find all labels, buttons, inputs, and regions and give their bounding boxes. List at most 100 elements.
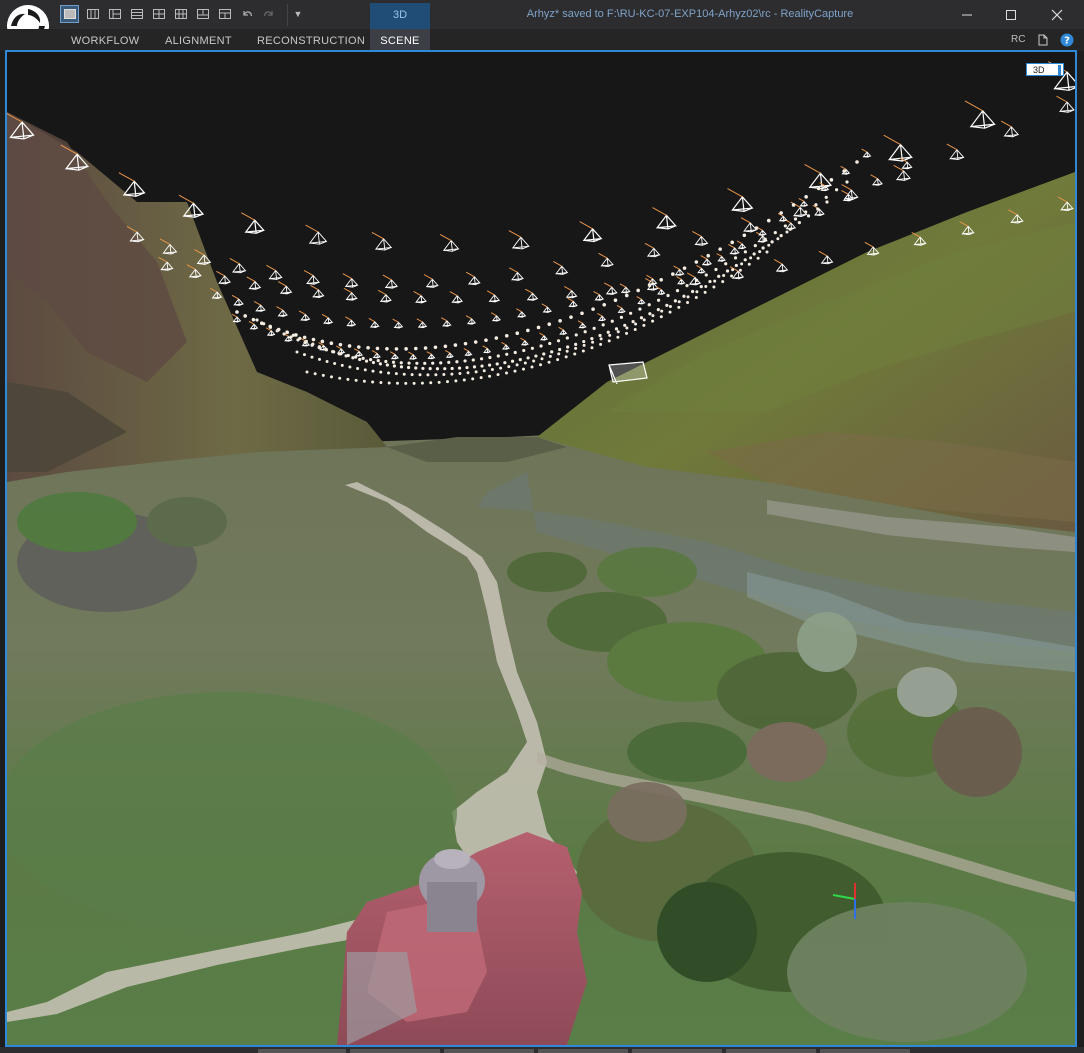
camera-point[interactable] [842, 169, 846, 173]
camera-point[interactable] [565, 336, 569, 340]
camera-point[interactable] [515, 363, 519, 367]
camera-point[interactable] [366, 346, 370, 350]
camera-point[interactable] [348, 365, 352, 369]
layout-left-panel-icon[interactable] [106, 6, 123, 22]
camera-point[interactable] [255, 318, 259, 322]
camera-point[interactable] [313, 372, 317, 376]
camera-point[interactable] [666, 293, 670, 298]
camera-point[interactable] [636, 288, 640, 293]
camera-point[interactable] [385, 346, 389, 351]
camera-point[interactable] [473, 340, 478, 344]
camera-point[interactable] [686, 295, 690, 299]
layout-bottom-panel-icon[interactable] [216, 6, 233, 22]
camera-point[interactable] [761, 246, 765, 250]
camera-point[interactable] [616, 335, 620, 339]
camera-point[interactable] [717, 274, 721, 278]
camera-point[interactable] [503, 361, 507, 365]
camera-point[interactable] [542, 352, 546, 356]
camera-point[interactable] [816, 186, 821, 191]
camera-point[interactable] [387, 381, 391, 385]
camera-point[interactable] [356, 367, 360, 371]
camera-point[interactable] [371, 369, 375, 373]
camera-point[interactable] [668, 310, 672, 314]
camera-point[interactable] [694, 296, 698, 300]
camera-point[interactable] [521, 367, 525, 371]
camera-point[interactable] [619, 315, 624, 319]
camera-point[interactable] [433, 345, 438, 350]
camera-point[interactable] [495, 362, 499, 366]
layout-quad-icon[interactable] [150, 6, 167, 22]
camera-point[interactable] [399, 361, 403, 365]
camera-point[interactable] [268, 325, 273, 329]
camera-point[interactable] [677, 300, 681, 304]
camera-point[interactable] [510, 359, 515, 363]
camera-point[interactable] [536, 325, 541, 330]
camera-point[interactable] [442, 372, 446, 376]
camera-point[interactable] [466, 371, 470, 375]
camera-point[interactable] [614, 327, 619, 331]
camera-point[interactable] [434, 373, 438, 377]
camera-point[interactable] [816, 207, 820, 211]
camera-point[interactable] [763, 237, 767, 241]
camera-point[interactable] [412, 381, 416, 385]
camera-point[interactable] [557, 352, 561, 356]
camera-point[interactable] [724, 262, 728, 266]
camera-point[interactable] [753, 243, 757, 248]
camera-point[interactable] [487, 363, 492, 367]
camera-point[interactable] [675, 289, 680, 293]
camera-point[interactable] [421, 366, 425, 371]
camera-point[interactable] [482, 369, 486, 373]
camera-point[interactable] [291, 333, 295, 337]
camera-point[interactable] [574, 333, 578, 337]
camera-point[interactable] [582, 343, 586, 347]
camera-point[interactable] [505, 371, 509, 375]
camera-point[interactable] [488, 374, 492, 378]
camera-point[interactable] [325, 360, 329, 364]
camera-point[interactable] [721, 280, 725, 284]
camera-point[interactable] [731, 268, 735, 272]
camera-point[interactable] [295, 350, 299, 354]
camera-point[interactable] [395, 381, 399, 385]
camera-point[interactable] [814, 203, 818, 207]
camera-point[interactable] [428, 367, 432, 371]
scene-render[interactable] [7, 52, 1075, 1045]
tab-reconstruction[interactable]: RECONSTRUCTION [257, 29, 365, 51]
camera-point[interactable] [804, 195, 808, 199]
camera-point[interactable] [484, 338, 488, 342]
camera-point[interactable] [356, 345, 361, 349]
camera-point[interactable] [783, 224, 787, 228]
rc-button[interactable]: RC [1011, 31, 1025, 49]
quick-access-dropdown-icon[interactable]: ▼ [291, 6, 305, 22]
camera-point[interactable] [471, 377, 475, 381]
camera-point[interactable] [499, 366, 503, 370]
camera-point[interactable] [507, 365, 511, 369]
camera-point[interactable] [713, 279, 717, 283]
camera-point[interactable] [651, 319, 655, 323]
camera-point[interactable] [685, 284, 689, 288]
redo-icon[interactable] [260, 6, 277, 22]
camera-point[interactable] [354, 378, 358, 382]
camera-point[interactable] [581, 349, 585, 353]
camera-point[interactable] [371, 380, 375, 384]
camera-point[interactable] [346, 377, 350, 381]
camera-point[interactable] [471, 358, 475, 362]
camera-point[interactable] [583, 330, 587, 334]
camera-point[interactable] [437, 380, 441, 384]
camera-point[interactable] [435, 367, 440, 371]
camera-point[interactable] [539, 363, 543, 367]
tab-scene[interactable]: SCENE [370, 29, 430, 51]
camera-point[interactable] [591, 307, 595, 311]
camera-point[interactable] [413, 346, 418, 351]
camera-point[interactable] [742, 233, 747, 238]
camera-point[interactable] [631, 320, 635, 324]
camera-point[interactable] [453, 343, 458, 347]
camera-point[interactable] [331, 350, 335, 354]
camera-point[interactable] [682, 266, 687, 270]
camera-point[interactable] [547, 360, 551, 364]
camera-point[interactable] [779, 211, 783, 215]
camera-point[interactable] [235, 310, 239, 314]
camera-point[interactable] [656, 298, 661, 302]
camera-point[interactable] [443, 344, 448, 349]
camera-point[interactable] [754, 226, 759, 230]
camera-point[interactable] [855, 160, 859, 164]
